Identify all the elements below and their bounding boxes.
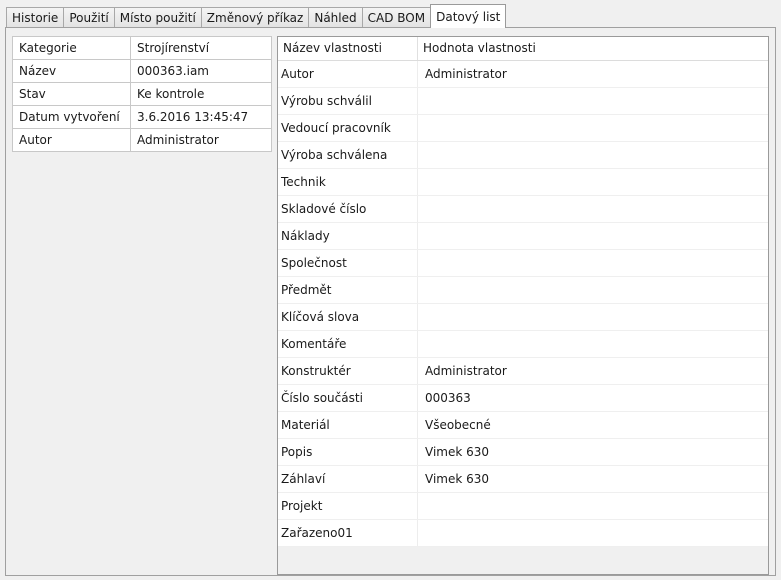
table-row[interactable]: Vedoucí pracovník <box>278 115 768 142</box>
property-value[interactable]: Administrator <box>418 358 768 384</box>
summary-table: Kategorie Strojírenství Název 000363.iam… <box>12 36 272 152</box>
tab-misto-pouziti[interactable]: Místo použití <box>113 7 202 28</box>
property-name: Autor <box>278 61 418 87</box>
property-value[interactable]: Vimek 630 <box>418 439 768 465</box>
table-row[interactable]: Výroba schválena <box>278 142 768 169</box>
property-value[interactable] <box>418 196 768 222</box>
property-value[interactable] <box>418 304 768 330</box>
summary-value[interactable]: 3.6.2016 13:45:47 <box>130 105 272 129</box>
table-row[interactable]: Popis Vimek 630 <box>278 439 768 466</box>
property-value[interactable] <box>418 88 768 114</box>
property-name: Vedoucí pracovník <box>278 115 418 141</box>
property-name: Konstruktér <box>278 358 418 384</box>
summary-key: Kategorie <box>12 36 131 60</box>
property-name: Technik <box>278 169 418 195</box>
property-value[interactable] <box>418 169 768 195</box>
property-name: Výrobu schválil <box>278 88 418 114</box>
tab-historie[interactable]: Historie <box>6 7 65 28</box>
summary-key: Stav <box>12 82 131 106</box>
tab-nahled[interactable]: Náhled <box>308 7 363 28</box>
table-row[interactable]: Předmět <box>278 277 768 304</box>
table-row[interactable]: Výrobu schválil <box>278 88 768 115</box>
property-value[interactable]: Administrator <box>418 61 768 87</box>
table-row[interactable]: Číslo součásti 000363 <box>278 385 768 412</box>
property-value[interactable] <box>418 520 768 546</box>
summary-row: Autor Administrator <box>12 128 272 152</box>
summary-row: Stav Ke kontrole <box>12 82 272 106</box>
summary-key: Datum vytvoření <box>12 105 131 129</box>
tab-pouziti[interactable]: Použití <box>63 7 115 28</box>
property-name: Předmět <box>278 277 418 303</box>
table-row[interactable]: Materiál Všeobecné <box>278 412 768 439</box>
table-row[interactable]: Autor Administrator <box>278 61 768 88</box>
table-row[interactable]: Záhlaví Vimek 630 <box>278 466 768 493</box>
property-name: Skladové číslo <box>278 196 418 222</box>
summary-key: Autor <box>12 128 131 152</box>
property-value[interactable]: 000363 <box>418 385 768 411</box>
property-value[interactable]: Všeobecné <box>418 412 768 438</box>
property-name: Zařazeno01 <box>278 520 418 546</box>
property-value[interactable] <box>418 493 768 519</box>
summary-value[interactable]: 000363.iam <box>130 59 272 83</box>
property-name: Komentáře <box>278 331 418 357</box>
properties-rows: Autor Administrator Výrobu schválil Vedoucí… <box>278 61 768 547</box>
summary-row: Kategorie Strojírenství <box>12 36 272 60</box>
property-value[interactable] <box>418 331 768 357</box>
summary-key: Název <box>12 59 131 83</box>
property-name: Klíčová slova <box>278 304 418 330</box>
table-row[interactable]: Technik <box>278 169 768 196</box>
property-name: Společnost <box>278 250 418 276</box>
summary-value[interactable]: Ke kontrole <box>130 82 272 106</box>
column-header-name[interactable]: Název vlastnosti <box>278 37 418 60</box>
datasheet-panel: Kategorie Strojírenství Název 000363.iam… <box>5 27 776 576</box>
property-value[interactable] <box>418 142 768 168</box>
summary-value[interactable]: Strojírenství <box>130 36 272 60</box>
table-row[interactable]: Skladové číslo <box>278 196 768 223</box>
property-value[interactable] <box>418 223 768 249</box>
table-row[interactable]: Náklady <box>278 223 768 250</box>
table-row[interactable]: Klíčová slova <box>278 304 768 331</box>
table-row[interactable]: Společnost <box>278 250 768 277</box>
property-name: Popis <box>278 439 418 465</box>
properties-grid: Název vlastnosti Hodnota vlastnosti Auto… <box>277 36 769 575</box>
column-header-value[interactable]: Hodnota vlastnosti <box>418 37 768 60</box>
property-value[interactable] <box>418 277 768 303</box>
property-value[interactable] <box>418 115 768 141</box>
table-row[interactable]: Zařazeno01 <box>278 520 768 547</box>
property-value[interactable]: Vimek 630 <box>418 466 768 492</box>
tab-bar: Historie Použití Místo použití Změnový p… <box>6 4 507 28</box>
property-name: Projekt <box>278 493 418 519</box>
property-value[interactable] <box>418 250 768 276</box>
summary-row: Datum vytvoření 3.6.2016 13:45:47 <box>12 105 272 129</box>
tab-zmenovy-prikaz[interactable]: Změnový příkaz <box>200 7 310 28</box>
property-name: Materiál <box>278 412 418 438</box>
summary-value[interactable]: Administrator <box>130 128 272 152</box>
table-row[interactable]: Komentáře <box>278 331 768 358</box>
properties-header: Název vlastnosti Hodnota vlastnosti <box>278 37 768 61</box>
property-name: Číslo součásti <box>278 385 418 411</box>
tab-cad-bom[interactable]: CAD BOM <box>361 7 432 28</box>
property-name: Výroba schválena <box>278 142 418 168</box>
summary-area: Kategorie Strojírenství Název 000363.iam… <box>12 36 273 564</box>
tab-datovy-list[interactable]: Datový list <box>430 4 507 28</box>
table-row[interactable]: Konstruktér Administrator <box>278 358 768 385</box>
property-name: Záhlaví <box>278 466 418 492</box>
property-name: Náklady <box>278 223 418 249</box>
table-row[interactable]: Projekt <box>278 493 768 520</box>
summary-row: Název 000363.iam <box>12 59 272 83</box>
